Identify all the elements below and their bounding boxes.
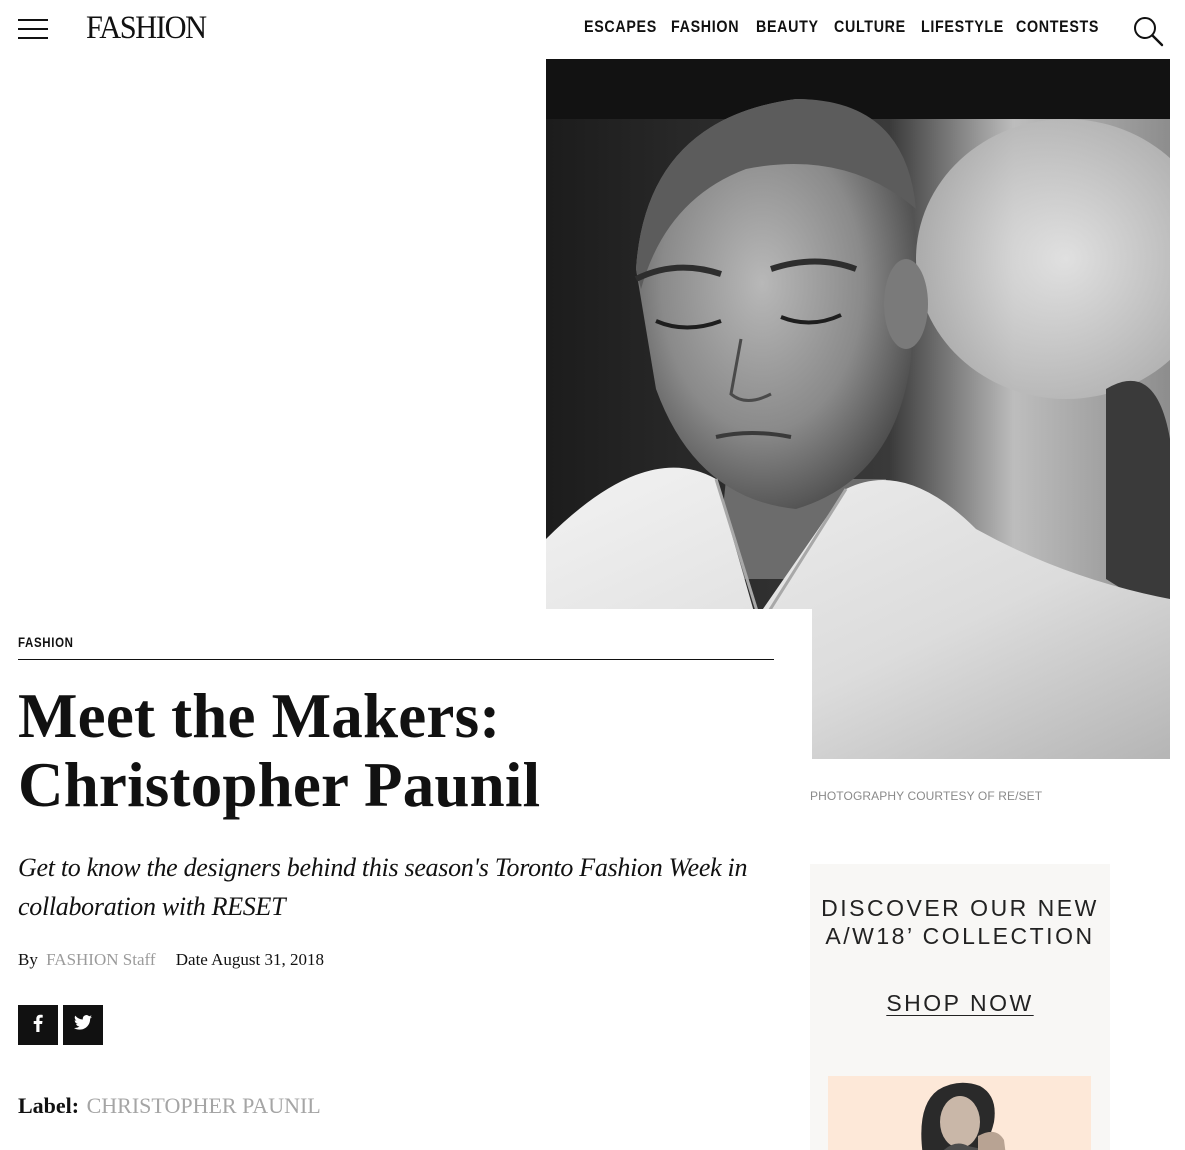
ad-headline-line-2: A/W18’ COLLECTION xyxy=(825,923,1095,949)
author-link[interactable]: FASHION Staff xyxy=(46,950,155,969)
nav-item-contests[interactable]: CONTESTS xyxy=(1016,17,1098,37)
article-label: Label: CHRISTOPHER PAUNIL xyxy=(18,1093,321,1119)
date-label: Date xyxy=(175,950,208,969)
label-prefix: Label: xyxy=(18,1093,80,1118)
ad-cta-label[interactable]: SHOP NOW xyxy=(886,990,1033,1016)
sidebar-ad[interactable]: DISCOVER OUR NEW A/W18’ COLLECTION SHOP … xyxy=(810,864,1110,1150)
section-kicker[interactable]: FASHION xyxy=(18,634,74,650)
facebook-icon xyxy=(33,1014,43,1037)
twitter-icon xyxy=(74,1015,92,1035)
title-line-2: Christopher Paunil xyxy=(18,750,541,820)
search-icon[interactable] xyxy=(1132,15,1164,47)
nav-item-escapes[interactable]: ESCAPES xyxy=(584,17,656,37)
label-link[interactable]: CHRISTOPHER PAUNIL xyxy=(87,1093,321,1118)
title-line-1: Meet the Makers: xyxy=(18,681,501,751)
twitter-share-button[interactable] xyxy=(63,1005,103,1045)
nav-item-lifestyle[interactable]: LIFESTYLE xyxy=(921,17,1003,37)
nav-item-beauty[interactable]: BEAUTY xyxy=(756,17,818,37)
hamburger-menu-icon[interactable] xyxy=(18,19,48,39)
publish-date: Date August 31, 2018 xyxy=(176,950,324,969)
kicker-divider xyxy=(18,659,774,660)
ad-shop-now-link[interactable]: SHOP NOW xyxy=(810,990,1110,1017)
site-header: FASHION ESCAPES FASHION BEAUTY CULTURE L… xyxy=(0,0,1185,59)
article-dek: Get to know the designers behind this se… xyxy=(18,853,748,921)
ad-headline: DISCOVER OUR NEW A/W18’ COLLECTION xyxy=(810,894,1110,950)
ad-headline-line-1: DISCOVER OUR NEW xyxy=(821,895,1099,921)
nav-item-fashion[interactable]: FASHION xyxy=(671,17,739,37)
date-value: August 31, 2018 xyxy=(211,950,325,969)
nav-item-culture[interactable]: CULTURE xyxy=(834,17,905,37)
byline-prefix: By xyxy=(18,950,38,969)
photo-credit: PHOTOGRAPHY COURTESY OF RE/SET xyxy=(810,789,1043,803)
article-title: Meet the Makers: Christopher Paunil xyxy=(18,682,778,820)
site-logo[interactable]: FASHION xyxy=(86,10,207,47)
byline: By FASHION Staff Date August 31, 2018 xyxy=(18,950,324,970)
facebook-share-button[interactable] xyxy=(18,1005,58,1045)
ad-model-image[interactable] xyxy=(828,1076,1091,1150)
main-nav: ESCAPES FASHION BEAUTY CULTURE LIFESTYLE… xyxy=(584,17,1098,37)
